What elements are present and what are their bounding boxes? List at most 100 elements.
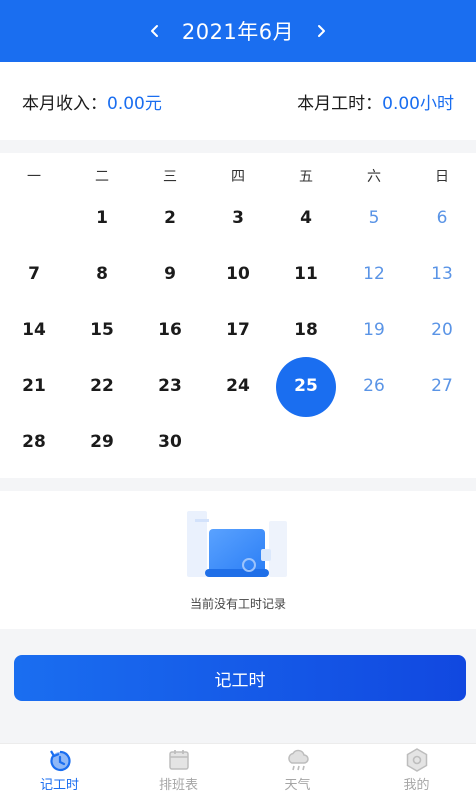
calendar-day-number: 21 [22, 376, 46, 396]
calendar-day[interactable]: 22 [68, 367, 136, 423]
calendar-day-number: 24 [226, 376, 250, 396]
calendar-day-number: 4 [300, 208, 312, 228]
calendar-day[interactable]: 12 [340, 255, 408, 311]
cloud-rain-icon [287, 749, 309, 770]
weekday-label: 日 [435, 169, 449, 185]
month-title[interactable]: 2021年6月 [182, 16, 294, 46]
tab-label: 我的 [403, 777, 430, 793]
calendar-day-number: 18 [294, 320, 318, 340]
calendar-day-number: 10 [226, 264, 250, 284]
hours-stat: 本月工时：0.00小时 [297, 89, 454, 114]
calendar-day[interactable]: 26 [340, 367, 408, 423]
tab-label: 排班表 [158, 777, 198, 793]
calendar-day-number: 29 [90, 432, 114, 452]
empty-records-illustration-icon [187, 511, 287, 577]
calendar-day[interactable]: 9 [136, 255, 204, 311]
calendar-day[interactable]: 24 [204, 367, 272, 423]
calendar-day[interactable]: 27 [408, 367, 476, 423]
hours-value: 0.00小时 [382, 93, 454, 114]
calendar-days-grid: 1 2 3 4 5 6 7 8 9 10 11 12 13 14 15 16 17 18 19 20 21 22 23 24 2… [0, 199, 476, 479]
weekday-label: 三 [163, 169, 177, 185]
calendar-day-number: 5 [368, 208, 380, 228]
tab-record-hours[interactable]: 记工时 [0, 744, 119, 795]
calendar-day-number: 28 [22, 432, 46, 452]
calendar-day[interactable]: 21 [0, 367, 68, 423]
calendar-day-number: 1 [96, 208, 108, 228]
tab-weather[interactable]: 天气 [238, 744, 357, 795]
calendar-day[interactable]: 5 [340, 199, 408, 255]
weekday-label: 二 [95, 169, 109, 185]
calendar-day[interactable]: 17 [204, 311, 272, 367]
calendar-day-number: 7 [28, 264, 40, 284]
calendar-day[interactable]: 4 [272, 199, 340, 255]
weekday-label: 六 [367, 169, 381, 185]
calendar-day[interactable]: 23 [136, 367, 204, 423]
income-label: 本月收入： [22, 93, 107, 114]
chevron-left-icon [150, 25, 158, 37]
calendar-day-number: 27 [431, 376, 453, 396]
month-calendar: 一二三四五六日 1 2 3 4 5 6 7 8 9 10 11 12 13 14 15 16 17 18 19 20 2… [0, 153, 476, 478]
tab-label: 天气 [284, 777, 311, 793]
calendar-day[interactable]: 20 [408, 311, 476, 367]
prev-month-button[interactable] [142, 18, 168, 44]
calendar-icon [168, 749, 189, 770]
calendar-blank-cell [0, 199, 68, 255]
calendar-day-number: 23 [158, 376, 182, 396]
calendar-day-number: 3 [232, 208, 244, 228]
calendar-day[interactable]: 28 [0, 423, 68, 479]
monthly-stats: 本月收入：0.00元 本月工时：0.00小时 [0, 62, 476, 140]
income-value: 0.00元 [107, 93, 162, 114]
empty-state: 当前没有工时记录 [0, 491, 476, 629]
calendar-day[interactable]: 3 [204, 199, 272, 255]
weekday-label: 一 [27, 169, 41, 185]
tab-mine[interactable]: 我的 [357, 744, 476, 795]
calendar-day-number: 8 [96, 264, 108, 284]
chevron-right-icon [318, 25, 326, 37]
record-hours-button[interactable]: 记工时 [14, 655, 466, 701]
calendar-day[interactable]: 10 [204, 255, 272, 311]
calendar-day-number: 22 [90, 376, 114, 396]
calendar-day[interactable]: 6 [408, 199, 476, 255]
tab-label: 记工时 [39, 777, 79, 793]
calendar-day[interactable]: 2 [136, 199, 204, 255]
calendar-day-number: 13 [431, 264, 453, 284]
calendar-day[interactable]: 14 [0, 311, 68, 367]
calendar-day-number: 9 [164, 264, 176, 284]
calendar-day[interactable]: 29 [68, 423, 136, 479]
empty-state-text: 当前没有工时记录 [189, 597, 286, 611]
calendar-day[interactable]: 30 [136, 423, 204, 479]
calendar-day-selected[interactable]: 25 [272, 357, 340, 423]
calendar-day[interactable]: 8 [68, 255, 136, 311]
calendar-day[interactable]: 19 [340, 311, 408, 367]
calendar-day[interactable]: 1 [68, 199, 136, 255]
tab-schedule[interactable]: 排班表 [119, 744, 238, 795]
calendar-day-number: 12 [363, 264, 385, 284]
hours-label: 本月工时： [297, 93, 383, 114]
next-month-button[interactable] [308, 18, 334, 44]
calendar-day[interactable]: 15 [68, 311, 136, 367]
weekday-header: 一二三四五六日 [0, 153, 476, 199]
calendar-day-number: 11 [294, 264, 318, 284]
header-bar: 2021年6月 [0, 0, 476, 62]
calendar-day-number: 20 [431, 320, 453, 340]
calendar-day[interactable]: 16 [136, 311, 204, 367]
calendar-day-number: 16 [158, 320, 182, 340]
calendar-day-number: 6 [436, 208, 448, 228]
clock-refresh-icon [49, 749, 71, 771]
bottom-tab-bar: 记工时 排班表 天气 我的 [0, 743, 476, 795]
calendar-day-number: 30 [158, 432, 182, 452]
weekday-label: 四 [231, 169, 245, 185]
calendar-day-number: 17 [226, 320, 250, 340]
income-stat: 本月收入：0.00元 [22, 89, 162, 114]
calendar-day[interactable]: 11 [272, 255, 340, 311]
weekday-label: 五 [299, 169, 313, 185]
hexagon-user-icon [406, 747, 427, 772]
calendar-day-number: 2 [164, 208, 176, 228]
calendar-day-number: 15 [90, 320, 114, 340]
calendar-day-number: 26 [363, 376, 385, 396]
calendar-day[interactable]: 7 [0, 255, 68, 311]
calendar-day-number: 25 [294, 376, 318, 396]
calendar-day[interactable]: 13 [408, 255, 476, 311]
calendar-day-number: 19 [363, 320, 385, 340]
calendar-day-number: 14 [22, 320, 46, 340]
